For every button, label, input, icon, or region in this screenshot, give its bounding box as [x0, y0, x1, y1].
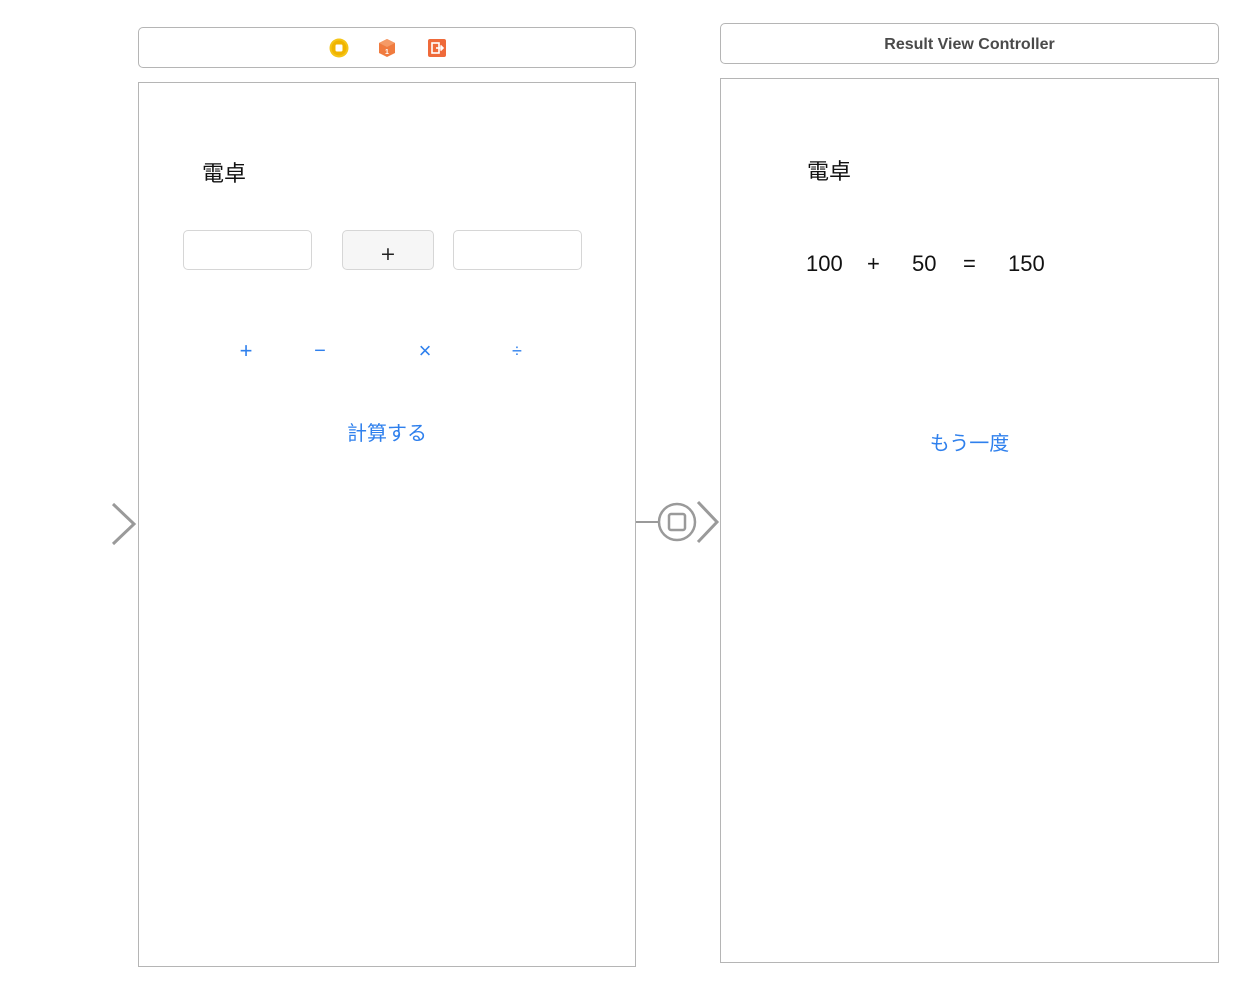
title-label: 電卓 [807, 160, 852, 185]
view-controller-icon[interactable] [329, 38, 349, 58]
exit-icon[interactable] [427, 38, 447, 58]
calculate-button[interactable]: 計算する [139, 417, 635, 446]
calculator-view: 電卓 + + − × ÷ 計算する [138, 82, 636, 967]
modal-segue-icon [657, 502, 697, 542]
divide-button[interactable]: ÷ [497, 336, 537, 366]
result-label: 150 [1008, 251, 1045, 276]
first-number-field[interactable] [183, 230, 312, 270]
operator-label: + [867, 251, 880, 276]
operand-a-label: 100 [806, 251, 843, 276]
equals-label: = [963, 251, 976, 276]
segue-connector[interactable] [636, 494, 720, 550]
result-view: 電卓 100 + 50 = 150 もう一度 [720, 78, 1219, 963]
scene-dock-bar[interactable]: 1 [138, 27, 636, 68]
plus-button[interactable]: + [226, 336, 266, 366]
multiply-button[interactable]: × [405, 336, 445, 366]
first-responder-icon[interactable]: 1 [377, 38, 397, 58]
scene-title-bar[interactable]: Result View Controller [720, 23, 1219, 64]
minus-button[interactable]: − [300, 336, 340, 366]
entry-point-arrow-icon [5, 502, 137, 546]
operator-display-field[interactable]: + [342, 230, 434, 270]
title-label: 電卓 [202, 162, 247, 187]
second-number-field[interactable] [453, 230, 582, 270]
retry-button[interactable]: もう一度 [721, 427, 1218, 456]
scene-title: Result View Controller [884, 36, 1055, 53]
operand-b-label: 50 [912, 251, 937, 276]
svg-text:1: 1 [385, 49, 389, 56]
